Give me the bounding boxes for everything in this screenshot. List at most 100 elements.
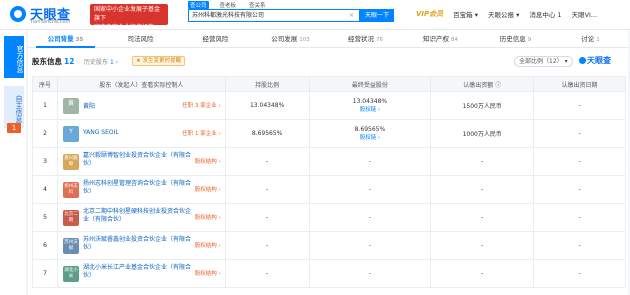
search-tab-boss[interactable]: 查老板 bbox=[218, 1, 239, 9]
equity-structure-link[interactable]: 股权结构 › bbox=[195, 213, 221, 221]
tab-discussion[interactable]: 讨论 1 bbox=[553, 30, 628, 47]
equity-structure-link[interactable]: 股权结构 › bbox=[195, 157, 221, 165]
tab-label: 司法风险 bbox=[127, 35, 154, 43]
history-label: 历史股东 bbox=[84, 59, 109, 66]
equity-structure-link[interactable]: 股权结构 › bbox=[195, 269, 221, 277]
tab-intellectual-property[interactable]: 知识产权 84 bbox=[403, 30, 478, 47]
final-benefit-cell: 13.04348% 股权链 › bbox=[308, 91, 432, 120]
avatar: 北京二期 bbox=[62, 210, 79, 226]
row-no: 4 bbox=[32, 175, 58, 204]
nav-account[interactable]: 天眼VI... bbox=[572, 9, 598, 19]
sidebar-tab-official[interactable]: 官方信息 bbox=[4, 36, 24, 78]
tab-label: 经营状况 bbox=[348, 35, 374, 43]
nav-account-label: 天眼VI... bbox=[571, 11, 598, 19]
amount-cell: - bbox=[430, 231, 535, 260]
date-cell: - bbox=[533, 203, 626, 232]
vip-link[interactable]: VIP会员 bbox=[416, 9, 443, 19]
search-input[interactable]: 苏州科都激光科技有限公司 × bbox=[188, 9, 360, 22]
clear-icon[interactable]: × bbox=[349, 10, 354, 21]
row-no: 7 bbox=[32, 259, 58, 288]
nav-messages[interactable]: 消息中心 1 bbox=[529, 9, 561, 19]
search-tab-relation[interactable]: 查关系 bbox=[247, 1, 268, 9]
holder-cell: 嘉兴毅颐 嘉兴毅颐博智创业投资合伙企业（有限合伙） 股权结构 › bbox=[56, 147, 226, 176]
holder-name-link[interactable]: YANG SEOIL bbox=[83, 129, 119, 136]
holder-name-link[interactable]: 北京二期中科创星硬科技创业投资合伙企业（有限合伙） bbox=[83, 208, 195, 224]
tab-history[interactable]: 历史信息 9 bbox=[478, 30, 553, 47]
tab-operating-status[interactable]: 经营状况 76 bbox=[328, 30, 403, 47]
tab-judicial-risk[interactable]: 司法风险 bbox=[103, 30, 178, 47]
holder-cell: Y YANG SEOIL 任职 1 家企业 › bbox=[56, 119, 226, 148]
date-cell: - bbox=[533, 175, 626, 204]
watermark-logo: 天眼查 bbox=[579, 55, 611, 66]
equity-chain-link[interactable]: 股权链 › bbox=[310, 134, 431, 142]
search-button[interactable]: 天眼一下 bbox=[360, 9, 394, 22]
holder-name-link[interactable]: 嘉兴毅颐博智创业投资合伙企业（有限合伙） bbox=[83, 152, 195, 168]
holder-name-link[interactable]: 扬州志科创星管理咨询合伙企业（有限合伙） bbox=[83, 180, 195, 196]
sidebar-tab-self[interactable]: 自主信息 bbox=[4, 86, 24, 128]
tab-count: 35 bbox=[75, 37, 84, 43]
logo-subtext: TianYancha.com bbox=[30, 19, 71, 25]
search-type-tabs: 查公司 查老板 查关系 bbox=[188, 1, 268, 9]
section-count: 12 bbox=[64, 57, 75, 66]
logo-eye-icon bbox=[10, 6, 26, 22]
equity-chain-link[interactable]: 股权链 › bbox=[310, 106, 431, 114]
avatar: 嘉兴毅颐 bbox=[62, 154, 79, 170]
tab-company-development[interactable]: 公司发展 103 bbox=[253, 30, 328, 47]
ratio-filter-dropdown[interactable]: 全部比例（12） ▾ bbox=[514, 56, 573, 67]
top-header: 天眼查 TianYancha.com 国家中小企业发展子基金旗下 官方备案企业征… bbox=[0, 0, 630, 31]
search-tab-company[interactable]: 查公司 bbox=[188, 1, 209, 9]
tab-label: 公司背景 bbox=[47, 35, 74, 43]
promo-line-1: 国家中小企业发展子基金旗下 bbox=[94, 6, 161, 22]
final-benefit-cell: - bbox=[308, 231, 432, 260]
holder-position-link[interactable]: 任职 3 家企业 › bbox=[182, 101, 220, 109]
promo-banner[interactable]: 国家中小企业发展子基金旗下 官方备案企业征信机构 bbox=[90, 4, 168, 31]
holder-name-link[interactable]: 黄阳 bbox=[83, 101, 95, 110]
tab-label: 经营风险 bbox=[202, 35, 229, 43]
history-count: 1 bbox=[109, 59, 114, 66]
table-header-row: 序号 股东（发起人）查看实际控制人 持股比例 最终受益股份 认缴出资额 ⓘ 认缴… bbox=[32, 76, 626, 92]
equity-structure-link[interactable]: 股权结构 › bbox=[195, 185, 221, 193]
avatar: 苏州沃赋 bbox=[62, 238, 79, 254]
tab-count: 9 bbox=[527, 37, 532, 43]
amount-cell: - bbox=[430, 203, 535, 232]
date-cell: - bbox=[533, 119, 626, 148]
tab-company-background[interactable]: 公司背景 35 bbox=[28, 30, 103, 48]
nav-bulletin-label: 天眼公报 bbox=[488, 11, 514, 19]
ratio-cell: - bbox=[224, 147, 310, 176]
amount-cell: - bbox=[430, 147, 535, 176]
tab-operating-risk[interactable]: 经营风险 bbox=[178, 30, 253, 47]
table-row: 2 Y YANG SEOIL 任职 1 家企业 › 8.69565% 8.695… bbox=[32, 119, 626, 148]
shareholder-section-header: 股东信息 12 历史股东 1 › ★ 发生变更时提醒 全部比例（12） ▾ 天眼查 bbox=[32, 55, 624, 69]
tab-count: 1 bbox=[596, 37, 600, 43]
nav-toolbox[interactable]: 百宝箱 ▾ bbox=[453, 9, 478, 19]
avatar: Y bbox=[62, 126, 79, 142]
holder-name-link[interactable]: 湖北小米长江产业基金合伙企业（有限合伙） bbox=[83, 264, 195, 280]
tab-label: 历史信息 bbox=[499, 35, 526, 43]
final-benefit-value: 13.04348% bbox=[352, 97, 388, 105]
header-final-benefit: 最终受益股份 bbox=[308, 76, 432, 92]
holder-name-link[interactable]: 苏州沃赋睿鑫创业投资合伙企业（有限合伙） bbox=[83, 236, 195, 252]
avatar: 扬州志科 bbox=[62, 182, 79, 198]
tab-count: 103 bbox=[299, 37, 310, 43]
page: 天眼查 TianYancha.com 国家中小企业发展子基金旗下 官方备案企业征… bbox=[0, 0, 630, 295]
holder-cell: 黄 黄阳 任职 3 家企业 › bbox=[56, 91, 226, 120]
table-row: 7 湖北小米 湖北小米长江产业基金合伙企业（有限合伙） 股权结构 › - - -… bbox=[32, 259, 626, 288]
holder-cell: 苏州沃赋 苏州沃赋睿鑫创业投资合伙企业（有限合伙） 股权结构 › bbox=[56, 231, 226, 260]
section-title: 股东信息 12 bbox=[32, 56, 74, 67]
table-row: 4 扬州志科 扬州志科创星管理咨询合伙企业（有限合伙） 股权结构 › - - -… bbox=[32, 175, 626, 204]
date-cell: - bbox=[533, 91, 626, 120]
history-shareholders-link[interactable]: 历史股东 1 › bbox=[84, 57, 118, 66]
top-nav: VIP会员 百宝箱 ▾ 天眼公报 ▾ 消息中心 1 天眼VI... bbox=[416, 9, 597, 19]
row-no: 5 bbox=[32, 203, 58, 232]
table-row: 3 嘉兴毅颐 嘉兴毅颐博智创业投资合伙企业（有限合伙） 股权结构 › - - -… bbox=[32, 147, 626, 176]
change-alert-button[interactable]: ★ 发生变更时提醒 bbox=[132, 56, 186, 66]
row-no: 1 bbox=[32, 91, 58, 120]
main-panel: 公司背景 35 司法风险 经营风险 公司发展 103 经营状况 76 知识产权 84 历… bbox=[28, 30, 628, 295]
equity-structure-link[interactable]: 股权结构 › bbox=[195, 241, 221, 249]
nav-bulletin[interactable]: 天眼公报 ▾ bbox=[488, 9, 519, 19]
site-logo[interactable]: 天眼查 TianYancha.com bbox=[10, 4, 82, 26]
final-benefit-value: 8.69565% bbox=[354, 125, 386, 133]
holder-position-link[interactable]: 任职 1 家企业 › bbox=[182, 129, 220, 137]
left-sidebar: 官方信息 自主信息 1 bbox=[0, 30, 26, 295]
header-holder[interactable]: 股东（发起人）查看实际控制人 bbox=[56, 76, 226, 92]
